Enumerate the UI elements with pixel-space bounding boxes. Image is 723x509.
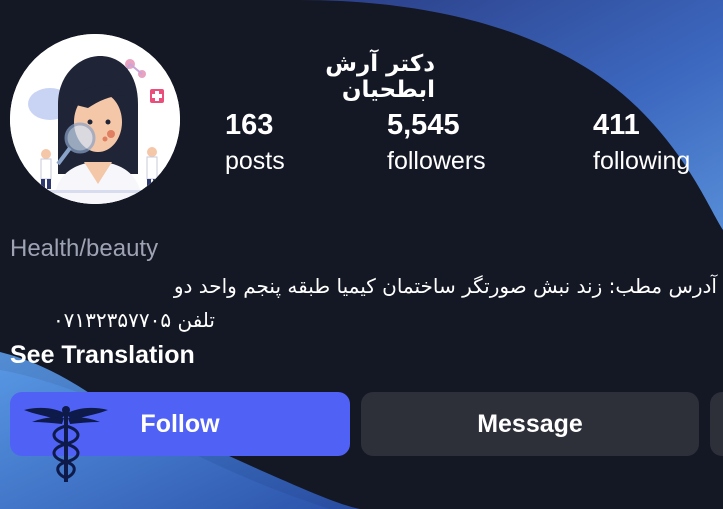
caduceus-icon (24, 406, 108, 482)
followers-stat[interactable]: 5,545 followers (387, 108, 486, 176)
posts-label: posts (225, 147, 285, 175)
more-options-button[interactable] (710, 392, 723, 456)
followers-count: 5,545 (387, 109, 460, 141)
following-label: following (593, 147, 691, 175)
bio-phone-line: تلفن ۰۷۱۳۲۳۵۷۷۰۵ (52, 308, 215, 332)
posts-stat[interactable]: 163 posts (225, 108, 285, 176)
avatar[interactable] (10, 34, 180, 204)
followers-label: followers (387, 147, 486, 175)
category-label: Health/beauty (10, 235, 159, 262)
doctor-illustration-icon (10, 34, 180, 204)
following-count: 411 (593, 109, 640, 141)
message-button[interactable]: Message (361, 392, 699, 456)
bio-address-line: آدرس مطب: زند نبش صورتگر ساختمان کیمیا ط… (173, 274, 717, 298)
username: دکتر آرش ابطحیان (325, 51, 435, 103)
see-translation-link[interactable]: See Translation (10, 341, 195, 370)
following-stat[interactable]: 411 following (593, 108, 690, 176)
posts-count: 163 (225, 109, 274, 141)
profile-header: دکتر آرش ابطحیان 163 posts 5,545 followe… (0, 0, 723, 230)
